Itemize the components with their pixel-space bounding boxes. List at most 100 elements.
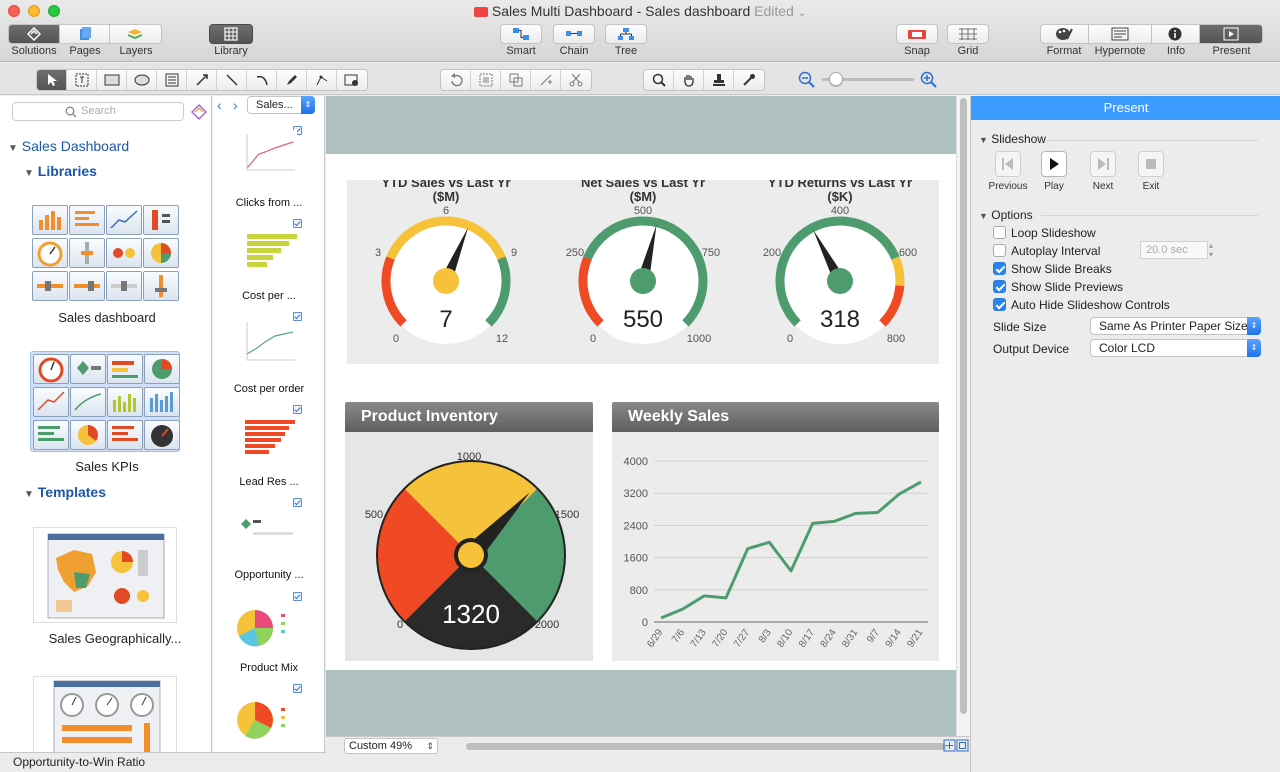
solutions-panel: Search ▼ Sales Dashboard ▼ Libraries Sal…	[0, 96, 212, 758]
weekly-sales-line	[660, 480, 922, 620]
page-thumbnail[interactable]	[235, 226, 305, 276]
line-tool[interactable]	[217, 70, 247, 90]
zoom-out-button[interactable]	[798, 71, 816, 92]
page-thumbnail[interactable]	[235, 128, 305, 178]
dashboard-page[interactable]: YTD Sales vs Last Yr ($M) 7 0 12 3 6 9 Net Sales…	[326, 154, 956, 670]
loop-slideshow-label: Loop Slideshow	[1011, 226, 1096, 240]
show-slide-previews-checkbox[interactable]	[993, 280, 1006, 293]
page-label: Cost per order	[233, 383, 305, 395]
auto-hide-controls-checkbox[interactable]	[993, 298, 1006, 311]
tree-templates-header[interactable]: ▼ Templates	[24, 484, 106, 500]
output-device-select[interactable]: Color LCD ⇕	[1090, 339, 1261, 357]
vertical-scroll-thumb[interactable]	[960, 98, 967, 714]
page-selector[interactable]: Sales... ⇕	[247, 96, 315, 114]
dropdown-arrow-icon: ⇕	[1247, 339, 1261, 357]
gauge-tick-label: 400	[831, 205, 849, 217]
insert-image-tool[interactable]	[337, 70, 367, 90]
stamp-tool[interactable]	[704, 70, 734, 90]
eyedropper-tool[interactable]	[734, 70, 764, 90]
info-tab[interactable]	[1152, 25, 1200, 43]
solutions-tab[interactable]	[9, 25, 61, 43]
page-thumbnail[interactable]	[235, 508, 305, 558]
zoom-slider-knob[interactable]	[829, 72, 843, 86]
hypernote-tab[interactable]	[1089, 25, 1152, 43]
autoplay-interval-checkbox[interactable]	[993, 244, 1006, 257]
page-thumbnail[interactable]	[235, 318, 305, 368]
pen-tool[interactable]	[277, 70, 307, 90]
options-section[interactable]: ▼ Options	[979, 208, 1033, 222]
present-label: Present	[1212, 45, 1251, 57]
slide-size-select[interactable]: Same As Printer Paper Size ⇕	[1090, 317, 1261, 335]
library-sales-dashboard[interactable]	[30, 203, 180, 303]
x-tick-label: 7/20	[710, 627, 730, 650]
add-point-tool[interactable]	[531, 70, 561, 90]
text-box-tool[interactable]	[67, 70, 97, 90]
ellipse-tool[interactable]	[127, 70, 157, 90]
solutions-browser-button[interactable]	[191, 104, 207, 123]
page-thumbnail[interactable]	[235, 696, 305, 746]
fit-page-buttons[interactable]	[943, 739, 969, 752]
slideshow-section[interactable]: ▼ Slideshow	[979, 132, 1046, 146]
grid-button[interactable]	[947, 24, 989, 44]
hand-tool[interactable]	[674, 70, 704, 90]
search-field[interactable]: Search	[12, 102, 184, 121]
autoplay-interval-field[interactable]: 20.0 sec	[1140, 241, 1208, 259]
group-tool[interactable]	[471, 70, 501, 90]
bezier-tool[interactable]	[307, 70, 337, 90]
tree-libraries-header[interactable]: ▼ Libraries	[24, 163, 97, 179]
loop-slideshow-checkbox[interactable]	[993, 226, 1006, 239]
y-tick-label: 3200	[624, 488, 648, 500]
next-slide-button[interactable]	[1090, 151, 1116, 177]
tree-root-sales-dashboard[interactable]: ▼ Sales Dashboard	[8, 138, 129, 154]
gauge-value: 318	[820, 306, 860, 333]
rectangle-tool[interactable]	[97, 70, 127, 90]
zoom-in-button[interactable]	[920, 71, 938, 92]
page-label: Lead Res ...	[239, 476, 299, 488]
horizontal-scroll-thumb[interactable]	[466, 743, 946, 750]
page-visible-checkbox[interactable]	[293, 592, 302, 601]
page-thumbnail[interactable]	[235, 412, 305, 462]
stop-icon	[1146, 159, 1156, 169]
template-gauges[interactable]	[33, 676, 177, 758]
page-visible-checkbox[interactable]	[293, 684, 302, 693]
gauge-hub	[433, 268, 459, 294]
ungroup-tool[interactable]	[501, 70, 531, 90]
cut-tool[interactable]	[561, 70, 591, 90]
page-footer-band	[326, 670, 956, 736]
page-thumbnail[interactable]	[235, 602, 305, 652]
page-visible-checkbox[interactable]	[293, 498, 302, 507]
tree-button[interactable]	[605, 24, 647, 44]
select-tool[interactable]	[37, 70, 67, 90]
arc-tool[interactable]	[247, 70, 277, 90]
hslider-tile-3	[106, 271, 142, 301]
library-sales-kpis[interactable]	[30, 351, 180, 452]
pages-tab[interactable]	[60, 25, 110, 43]
vertical-scrollbar[interactable]	[956, 96, 970, 736]
zoom-selector[interactable]: Custom 49% ⇕	[344, 738, 438, 754]
chain-button[interactable]	[553, 24, 595, 44]
ungroup-icon	[509, 73, 522, 87]
line-icon	[225, 74, 238, 86]
hslider-tile	[32, 271, 68, 301]
show-slide-breaks-checkbox[interactable]	[993, 262, 1006, 275]
previous-page-button[interactable]: ‹	[217, 97, 222, 113]
rotate-tool[interactable]	[441, 70, 471, 90]
autoplay-interval-label: Autoplay Interval	[1011, 244, 1101, 258]
zoom-tool[interactable]	[644, 70, 674, 90]
grid-label: Grid	[957, 45, 979, 57]
present-tab[interactable]	[1199, 25, 1262, 43]
weekly-sales-chart: 0 800 1600 2400 3200 4000 6/29 7/6 7/13 7/20 7/27 8…	[624, 456, 928, 650]
previous-slide-button[interactable]	[995, 151, 1021, 177]
play-slideshow-button[interactable]	[1041, 151, 1067, 177]
smart-button[interactable]	[500, 24, 542, 44]
exit-slideshow-button[interactable]	[1138, 151, 1164, 177]
library-button[interactable]	[209, 24, 253, 44]
snap-button[interactable]	[896, 24, 938, 44]
layers-tab[interactable]	[110, 25, 161, 43]
template-sales-geographically[interactable]	[33, 527, 177, 623]
autoplay-stepper[interactable]: ▴ ▾	[1209, 241, 1218, 259]
line-arrow-tool[interactable]	[187, 70, 217, 90]
format-tab[interactable]	[1041, 25, 1089, 43]
table-tool[interactable]	[157, 70, 187, 90]
next-page-button[interactable]: ›	[233, 97, 238, 113]
